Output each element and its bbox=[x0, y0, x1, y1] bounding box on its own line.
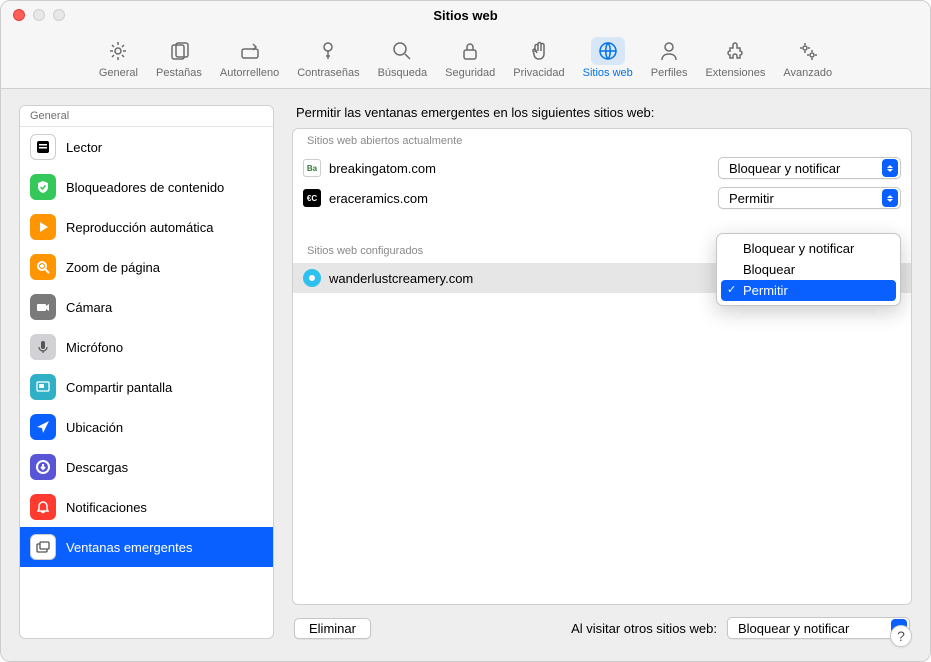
person-icon bbox=[658, 40, 680, 62]
permission-popup[interactable]: Bloquear y notificar bbox=[718, 157, 901, 179]
sidebar-item-descargas[interactable]: Descargas bbox=[20, 447, 273, 487]
tab-contrasenas[interactable]: Contraseñas bbox=[290, 35, 366, 88]
main-heading: Permitir las ventanas emergentes en los … bbox=[292, 105, 912, 120]
main-panel: Permitir las ventanas emergentes en los … bbox=[292, 105, 912, 639]
hand-icon bbox=[528, 40, 550, 62]
open-site-row[interactable]: €C eraceramics.com Permitir bbox=[293, 183, 911, 213]
open-sites-header: Sitios web abiertos actualmente bbox=[293, 129, 911, 153]
sidebar-item-label: Bloqueadores de contenido bbox=[66, 180, 224, 195]
sidebar-item-camara[interactable]: Cámara bbox=[20, 287, 273, 327]
puzzle-icon bbox=[724, 40, 746, 62]
site-name: wanderlustcreamery.com bbox=[329, 271, 710, 286]
sidebar-item-label: Cámara bbox=[66, 300, 112, 315]
sidebar-item-ventanas[interactable]: Ventanas emergentes bbox=[20, 527, 273, 567]
sidebar-item-label: Reproducción automática bbox=[66, 220, 213, 235]
tab-busqueda[interactable]: Búsqueda bbox=[371, 35, 435, 88]
permission-popup[interactable]: Permitir bbox=[718, 187, 901, 209]
sidebar-item-lector[interactable]: Lector bbox=[20, 127, 273, 167]
tab-autorrelleno[interactable]: Autorrelleno bbox=[213, 35, 286, 88]
sidebar-item-ubicacion[interactable]: Ubicación bbox=[20, 407, 273, 447]
tabs-icon bbox=[168, 40, 190, 62]
tab-general[interactable]: General bbox=[92, 35, 145, 88]
bloqueadores-icon bbox=[30, 174, 56, 200]
sidebar-item-microfono[interactable]: Micrófono bbox=[20, 327, 273, 367]
sidebar-item-label: Zoom de página bbox=[66, 260, 160, 275]
gears-icon bbox=[797, 40, 819, 62]
sidebar-list: Lector Bloqueadores de contenido Reproducc… bbox=[20, 127, 273, 567]
sidebar: General Lector Bloqueadores de contenido R… bbox=[19, 105, 274, 639]
tab-privacidad[interactable]: Privacidad bbox=[506, 35, 571, 88]
search-icon bbox=[391, 40, 413, 62]
toolbar: General Pestañas Autorrelleno Contraseña… bbox=[1, 29, 930, 89]
sidebar-header: General bbox=[20, 106, 273, 127]
permission-dropdown-menu[interactable]: Bloquear y notificarBloquearPermitir bbox=[716, 233, 901, 306]
ventanas-icon bbox=[30, 534, 56, 560]
tab-perfiles[interactable]: Perfiles bbox=[644, 35, 695, 88]
globe-icon bbox=[597, 40, 619, 62]
window-title: Sitios web bbox=[1, 8, 930, 23]
favicon-icon bbox=[303, 269, 321, 287]
tab-sitiosweb[interactable]: Sitios web bbox=[576, 35, 640, 88]
compartir-icon bbox=[30, 374, 56, 400]
descargas-icon bbox=[30, 454, 56, 480]
updown-caret-icon bbox=[882, 189, 898, 207]
lock-icon bbox=[459, 40, 481, 62]
sidebar-item-bloqueadores[interactable]: Bloqueadores de contenido bbox=[20, 167, 273, 207]
titlebar: Sitios web bbox=[1, 1, 930, 29]
sidebar-item-label: Compartir pantalla bbox=[66, 380, 172, 395]
sidebar-item-label: Ventanas emergentes bbox=[66, 540, 192, 555]
sidebar-item-label: Lector bbox=[66, 140, 102, 155]
sidebar-item-label: Descargas bbox=[66, 460, 128, 475]
sidebar-item-notificaciones[interactable]: Notificaciones bbox=[20, 487, 273, 527]
reproduccion-icon bbox=[30, 214, 56, 240]
tab-avanzado[interactable]: Avanzado bbox=[776, 35, 839, 88]
favicon-icon: Ba bbox=[303, 159, 321, 177]
sidebar-item-reproduccion[interactable]: Reproducción automática bbox=[20, 207, 273, 247]
preferences-window: Sitios web General Pestañas Autorrelleno… bbox=[0, 0, 931, 662]
favicon-icon: €C bbox=[303, 189, 321, 207]
sidebar-item-label: Notificaciones bbox=[66, 500, 147, 515]
zoom-icon bbox=[30, 254, 56, 280]
pencil-rect-icon bbox=[239, 40, 261, 62]
default-policy-popup[interactable]: Bloquear y notificar bbox=[727, 617, 910, 639]
sidebar-item-compartir[interactable]: Compartir pantalla bbox=[20, 367, 273, 407]
default-policy-label: Al visitar otros sitios web: bbox=[571, 621, 717, 636]
tab-extensiones[interactable]: Extensiones bbox=[698, 35, 772, 88]
site-name: eraceramics.com bbox=[329, 191, 710, 206]
gear-icon bbox=[107, 40, 129, 62]
updown-caret-icon bbox=[882, 159, 898, 177]
tab-seguridad[interactable]: Seguridad bbox=[438, 35, 502, 88]
ubicacion-icon bbox=[30, 414, 56, 440]
site-name: breakingatom.com bbox=[329, 161, 710, 176]
dropdown-option[interactable]: Permitir bbox=[721, 280, 896, 301]
sidebar-item-label: Micrófono bbox=[66, 340, 123, 355]
microfono-icon bbox=[30, 334, 56, 360]
body: General Lector Bloqueadores de contenido R… bbox=[1, 89, 930, 661]
websites-list: Sitios web abiertos actualmente Ba breaki… bbox=[292, 128, 912, 605]
dropdown-option[interactable]: Bloquear y notificar bbox=[721, 238, 896, 259]
key-icon bbox=[317, 40, 339, 62]
tab-pestanas[interactable]: Pestañas bbox=[149, 35, 209, 88]
help-button[interactable]: ? bbox=[890, 625, 912, 647]
open-site-row[interactable]: Ba breakingatom.com Bloquear y notificar bbox=[293, 153, 911, 183]
notificaciones-icon bbox=[30, 494, 56, 520]
lector-icon bbox=[30, 134, 56, 160]
dropdown-option[interactable]: Bloquear bbox=[721, 259, 896, 280]
camara-icon bbox=[30, 294, 56, 320]
sidebar-item-label: Ubicación bbox=[66, 420, 123, 435]
sidebar-item-zoom[interactable]: Zoom de página bbox=[20, 247, 273, 287]
footer-controls: Eliminar Al visitar otros sitios web: Bl… bbox=[292, 613, 912, 639]
remove-button[interactable]: Eliminar bbox=[294, 618, 371, 639]
